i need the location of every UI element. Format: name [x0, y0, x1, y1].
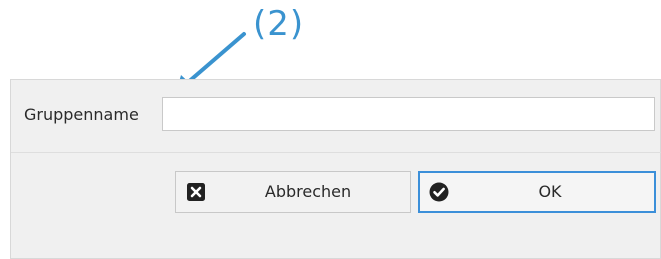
annotation-label: (2) [253, 4, 305, 44]
separator [11, 152, 661, 153]
cancel-button[interactable]: Abbrechen [175, 171, 411, 213]
group-name-row: Gruppenname [11, 92, 661, 140]
cancel-button-label: Abbrechen [264, 182, 352, 201]
group-dialog: Gruppenname Abbrechen OK [10, 79, 661, 259]
group-name-label: Gruppenname [24, 105, 139, 124]
ok-button-label: OK [538, 182, 562, 201]
group-name-input[interactable] [162, 97, 655, 131]
screenshot-canvas: (2) Gruppenname Abbrechen OK [0, 0, 661, 259]
ok-button[interactable]: OK [418, 171, 656, 213]
